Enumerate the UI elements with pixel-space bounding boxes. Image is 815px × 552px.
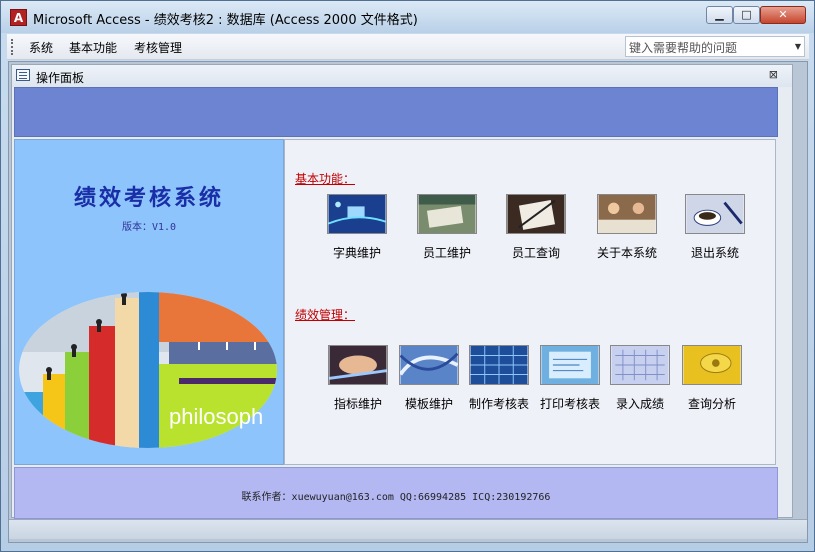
section-performance-management: 绩效管理： — [295, 308, 356, 322]
tile-label: 指标维护 — [333, 397, 382, 411]
banner-text: philosoph — [169, 404, 263, 429]
minimize-button[interactable]: ▁ — [706, 6, 733, 24]
form-title-bar[interactable]: 操作面板 ⊠ — [12, 65, 792, 87]
form-title: 操作面板 — [36, 71, 85, 85]
tile-about-system[interactable]: 关于本系统 — [597, 194, 657, 261]
contact-info: 联系作者：xuewuyuan@163.com QQ:66994285 ICQ:2… — [241, 492, 551, 503]
tile-print-assessment-form[interactable]: 打印考核表 — [540, 345, 600, 412]
title-bar[interactable]: A Microsoft Access - 绩效考核2 : 数据库 (Access… — [1, 1, 814, 33]
function-panel: 基本功能： 字典维护 员工维护 员工查询 关于本系统 退出系统 绩效管理： 指标… — [284, 139, 776, 465]
header-band — [14, 87, 778, 137]
meeting-people-icon — [597, 194, 657, 234]
tile-query-analysis[interactable]: 查询分析 — [682, 345, 742, 412]
access-app-icon[interactable]: A — [10, 9, 27, 26]
form-close-button[interactable]: ⊠ — [769, 68, 778, 81]
form-icon — [16, 69, 30, 81]
mdi-client-area: 操作面板 ⊠ 绩效考核系统 版本：V1.0 philosoph 基本功能： 字典… — [8, 61, 808, 543]
keyboard-icon — [610, 345, 670, 385]
tile-label: 员工查询 — [511, 246, 560, 260]
tile-template-maintenance[interactable]: 模板维护 — [398, 345, 459, 412]
phone-keypad-icon — [682, 345, 742, 385]
tile-indicator-maintenance[interactable]: 指标维护 — [328, 345, 388, 412]
switchboard-form: 操作面板 ⊠ 绩效考核系统 版本：V1.0 philosoph 基本功能： 字典… — [11, 64, 793, 519]
chevron-down-icon[interactable]: ▼ — [795, 42, 801, 51]
tile-dictionary-maintenance[interactable]: 字典维护 — [327, 194, 387, 261]
access-window: A Microsoft Access - 绩效考核2 : 数据库 (Access… — [0, 0, 815, 552]
network-computer-icon — [327, 194, 387, 234]
help-placeholder: 键入需要帮助的问题 — [629, 41, 738, 55]
tile-exit-system[interactable]: 退出系统 — [685, 194, 745, 261]
menu-assessment-management[interactable]: 考核管理 — [134, 39, 182, 56]
tile-employee-maintenance[interactable]: 员工维护 — [417, 194, 477, 261]
tile-enter-scores[interactable]: 录入成绩 — [610, 345, 670, 412]
tile-label: 字典维护 — [332, 246, 381, 260]
system-title: 绩效考核系统 — [73, 185, 224, 211]
tile-employee-query[interactable]: 员工查询 — [506, 194, 566, 261]
tile-label: 关于本系统 — [596, 246, 657, 260]
toolbar-grip-icon[interactable] — [11, 39, 14, 55]
tile-label: 模板维护 — [404, 397, 453, 411]
tile-label: 录入成绩 — [615, 397, 664, 411]
help-question-input[interactable]: 键入需要帮助的问题 ▼ — [625, 36, 805, 57]
tile-create-assessment-form[interactable]: 制作考核表 — [469, 345, 529, 412]
tile-label: 退出系统 — [690, 246, 739, 260]
footer-band: 联系作者：xuewuyuan@163.com QQ:66994285 ICQ:2… — [14, 467, 778, 519]
menu-basic-functions[interactable]: 基本功能 — [69, 39, 117, 56]
menu-system[interactable]: 系统 — [29, 39, 53, 56]
philosophy-banner-image: philosoph — [19, 292, 277, 448]
pen-notebook-icon — [506, 194, 566, 234]
window-title: Microsoft Access - 绩效考核2 : 数据库 (Access 2… — [33, 13, 418, 28]
version-label: 版本：V1.0 — [121, 222, 177, 233]
menu-bar: 系统 基本功能 考核管理 键入需要帮助的问题 ▼ — [7, 34, 809, 60]
tile-label: 查询分析 — [687, 397, 736, 411]
status-bar — [9, 519, 807, 539]
blue-report-icon — [540, 345, 600, 385]
left-brand-panel: 绩效考核系统 版本：V1.0 philosoph — [14, 139, 284, 465]
documents-desk-icon — [417, 194, 477, 234]
blue-grid-icon — [469, 345, 529, 385]
section-basic-functions: 基本功能： — [295, 172, 356, 186]
coffee-cup-icon — [685, 194, 745, 234]
maximize-button[interactable]: □ — [733, 6, 760, 24]
tile-label: 打印考核表 — [539, 397, 600, 411]
handshake-icon — [328, 345, 388, 385]
tile-label: 员工维护 — [422, 246, 471, 260]
tile-label: 制作考核表 — [468, 397, 529, 411]
abstract-blue-icon — [398, 345, 459, 385]
close-button[interactable]: ✕ — [760, 6, 806, 24]
